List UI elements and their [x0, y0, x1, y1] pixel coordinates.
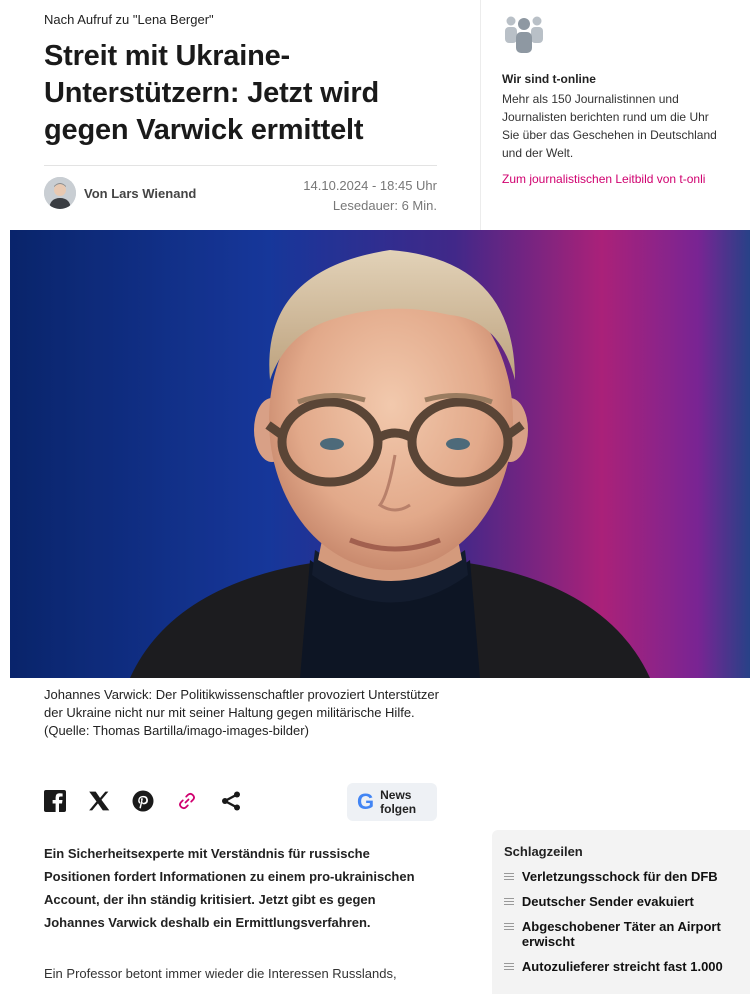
link-icon[interactable] [176, 790, 198, 812]
headline-item[interactable]: Verletzungsschock für den DFB [504, 869, 750, 884]
sidebar-text: Mehr als 150 Journalistinnen und Journal… [502, 92, 717, 160]
image-caption: Johannes Varwick: Der Politikwissenschaf… [44, 687, 439, 738]
article-meta: 14.10.2024 - 18:45 Uhr Lesedauer: 6 Min. [240, 176, 437, 216]
sidebar-link[interactable]: Zum journalistischen Leitbild von t-onli [502, 172, 750, 186]
list-lines-icon [504, 873, 514, 882]
sidebar-divider [480, 0, 481, 230]
headline-item-label[interactable]: Autozulieferer streicht fast 1.000 [522, 959, 750, 974]
share-bar: G News folgen [44, 783, 437, 822]
headline-item[interactable]: Abgeschobener Täter an Airport erwischt [504, 919, 750, 949]
google-news-label-line2: folgen [380, 802, 417, 816]
list-lines-icon [504, 963, 514, 972]
headlines-box: Schlagzeilen Verletzungsschock für den D… [492, 830, 750, 994]
author-block[interactable]: Von Lars Wienand [44, 177, 196, 209]
headline-item-label[interactable]: Verletzungsschock für den DFB [522, 869, 750, 884]
headline-item-label[interactable]: Deutscher Sender evakuiert [522, 894, 750, 909]
article-headline: Streit mit Ukraine-Unterstützern: Jetzt … [44, 40, 379, 146]
hero-image [10, 230, 750, 678]
facebook-icon[interactable] [44, 790, 66, 812]
author-name[interactable]: Von Lars Wienand [84, 186, 196, 201]
pinterest-icon[interactable] [132, 790, 154, 812]
headlines-title: Schlagzeilen [504, 844, 583, 859]
article-body-paragraph: Ein Professor betont immer wieder die In… [44, 966, 397, 981]
share-icon[interactable] [220, 790, 242, 812]
publish-date: 14.10.2024 - 18:45 Uhr [303, 178, 437, 193]
x-icon[interactable] [88, 790, 110, 812]
article-kicker: Nach Aufruf zu "Lena Berger" [44, 12, 214, 27]
google-icon: G [357, 789, 375, 814]
list-lines-icon [504, 898, 514, 907]
sidebar-title: Wir sind t-online [502, 72, 596, 86]
google-news-follow-button[interactable]: G News folgen [347, 783, 437, 821]
headline-item[interactable]: Deutscher Sender evakuiert [504, 894, 750, 909]
headline-item[interactable]: Autozulieferer streicht fast 1.000 [504, 959, 750, 974]
header-divider [44, 165, 437, 166]
google-news-label: News folgen [380, 788, 416, 816]
google-news-label-line1: News [380, 788, 412, 802]
headline-item-label[interactable]: Abgeschobener Täter an Airport erwischt [522, 919, 750, 949]
journalists-icon [502, 14, 546, 59]
author-avatar[interactable] [44, 177, 76, 209]
reading-time: Lesedauer: 6 Min. [332, 198, 437, 213]
list-lines-icon [504, 923, 514, 932]
article-lead: Ein Sicherheitsexperte mit Verständnis f… [44, 846, 415, 930]
